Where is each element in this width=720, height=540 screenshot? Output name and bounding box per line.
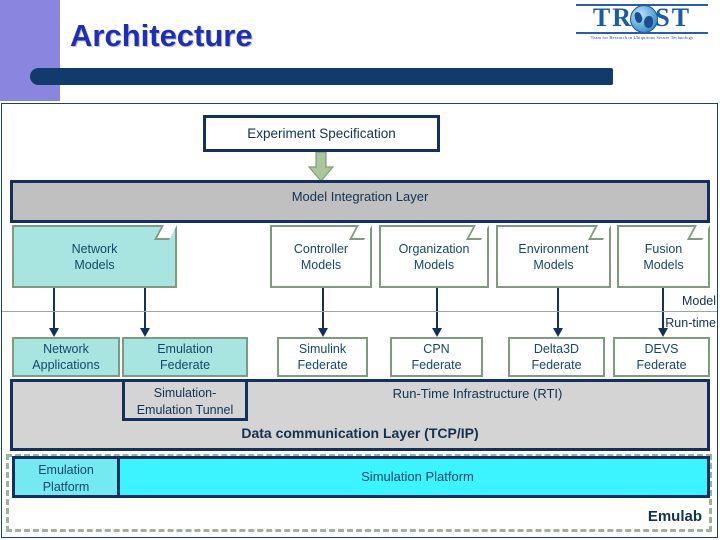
model-runtime-divider bbox=[2, 311, 717, 312]
model-box-line1: Network bbox=[71, 241, 118, 256]
title-underline-bar bbox=[30, 68, 613, 85]
model-box-line2: Models bbox=[300, 257, 342, 272]
federate-box-line1: CPN bbox=[423, 342, 450, 356]
federate-box-devs[interactable]: DEVS Federate bbox=[613, 337, 710, 377]
page-title: Architecture bbox=[70, 18, 253, 53]
model-box-line2: Models bbox=[533, 257, 574, 272]
connector-line bbox=[53, 288, 55, 330]
folded-corner-icon bbox=[687, 225, 710, 240]
connector-arrowhead-icon bbox=[140, 328, 150, 337]
tunnel-line2: Emulation Tunnel bbox=[136, 403, 234, 417]
federate-box-network-applications[interactable]: Network Applications bbox=[12, 337, 120, 377]
federate-box-line1: Delta3D bbox=[533, 342, 580, 356]
model-box-line2: Models bbox=[413, 257, 455, 272]
connector-arrowhead-icon bbox=[553, 328, 563, 337]
side-label-runtime: Run-time bbox=[665, 316, 716, 330]
emulation-platform-box[interactable]: Emulation Platform bbox=[12, 456, 120, 498]
federate-box-line1: Network bbox=[43, 342, 89, 356]
connector-arrowhead-icon bbox=[432, 328, 442, 337]
down-arrow-green-icon bbox=[308, 152, 334, 182]
tunnel-line1: Simulation- bbox=[153, 386, 217, 400]
emulation-platform-line1: Emulation bbox=[38, 463, 94, 477]
model-box-controller[interactable]: Controller Models bbox=[270, 225, 372, 288]
federate-box-emulation[interactable]: Emulation Federate bbox=[122, 337, 248, 377]
simulation-emulation-tunnel-box[interactable]: Simulation- Emulation Tunnel bbox=[122, 379, 248, 421]
connector-line bbox=[662, 288, 664, 330]
federate-box-line2: Federate bbox=[297, 358, 348, 372]
logo-tagline: Team for Research in Ubiquitous Secure T… bbox=[590, 35, 694, 40]
federate-box-simulink[interactable]: Simulink Federate bbox=[277, 337, 368, 377]
experiment-specification-label: Experiment Specification bbox=[247, 126, 396, 141]
model-integration-layer-label: Model Integration Layer bbox=[291, 189, 429, 204]
folded-corner-icon bbox=[349, 225, 372, 240]
folded-corner-icon bbox=[588, 225, 611, 240]
model-box-line1: Fusion bbox=[644, 241, 683, 256]
slide-root: Architecture TROST Team for Research in … bbox=[0, 0, 720, 540]
folded-corner-icon bbox=[466, 225, 489, 240]
connector-arrowhead-icon bbox=[318, 328, 328, 337]
globe-icon bbox=[630, 5, 658, 33]
rti-label: Run-Time Infrastructure (RTI) bbox=[392, 386, 563, 401]
connector-line bbox=[322, 288, 324, 330]
data-communication-layer-label: Data communication Layer (TCP/IP) bbox=[241, 425, 479, 441]
federate-box-line2: Federate bbox=[411, 358, 462, 372]
trust-logo: TROST Team for Research in Ubiquitous Se… bbox=[572, 2, 712, 50]
left-purple-band bbox=[0, 0, 60, 101]
model-box-line2: Models bbox=[74, 257, 115, 272]
emulation-platform-line2: Platform bbox=[42, 480, 90, 494]
model-box-line1: Environment bbox=[518, 241, 589, 256]
model-box-line1: Controller bbox=[293, 241, 349, 256]
emulab-label: Emulab bbox=[647, 508, 702, 525]
model-box-line2: Models bbox=[643, 257, 684, 272]
model-box-line1: Organization bbox=[398, 241, 470, 256]
connector-line bbox=[436, 288, 438, 330]
model-box-environment[interactable]: Environment Models bbox=[496, 225, 611, 288]
simulation-platform-label: Simulation Platform bbox=[361, 469, 474, 484]
logo-letters-after: ST bbox=[655, 3, 692, 32]
model-box-fusion[interactable]: Fusion Models bbox=[617, 225, 710, 288]
federate-box-line2: Federate bbox=[159, 358, 211, 372]
federate-box-line1: Simulink bbox=[298, 342, 347, 356]
experiment-specification-box: Experiment Specification bbox=[203, 115, 440, 152]
connector-line bbox=[557, 288, 559, 330]
side-label-model: Model bbox=[681, 294, 716, 308]
logo-rule-bottom bbox=[576, 32, 708, 34]
model-box-network[interactable]: Network Models bbox=[12, 225, 177, 288]
federate-box-line1: DEVS bbox=[644, 342, 679, 356]
folded-corner-icon bbox=[154, 225, 177, 240]
model-integration-layer: Model Integration Layer bbox=[10, 180, 710, 223]
logo-letters-before: TR bbox=[592, 3, 634, 32]
federate-box-line2: Federate bbox=[636, 358, 687, 372]
connector-line bbox=[144, 288, 146, 330]
model-box-organization[interactable]: Organization Models bbox=[379, 225, 489, 288]
connector-arrowhead-icon bbox=[49, 328, 59, 337]
federate-box-line1: Emulation bbox=[157, 342, 213, 356]
federate-box-cpn[interactable]: CPN Federate bbox=[390, 337, 483, 377]
federate-box-line2: Federate bbox=[531, 358, 582, 372]
federate-box-delta3d[interactable]: Delta3D Federate bbox=[508, 337, 605, 377]
federate-box-line2: Applications bbox=[32, 358, 100, 372]
